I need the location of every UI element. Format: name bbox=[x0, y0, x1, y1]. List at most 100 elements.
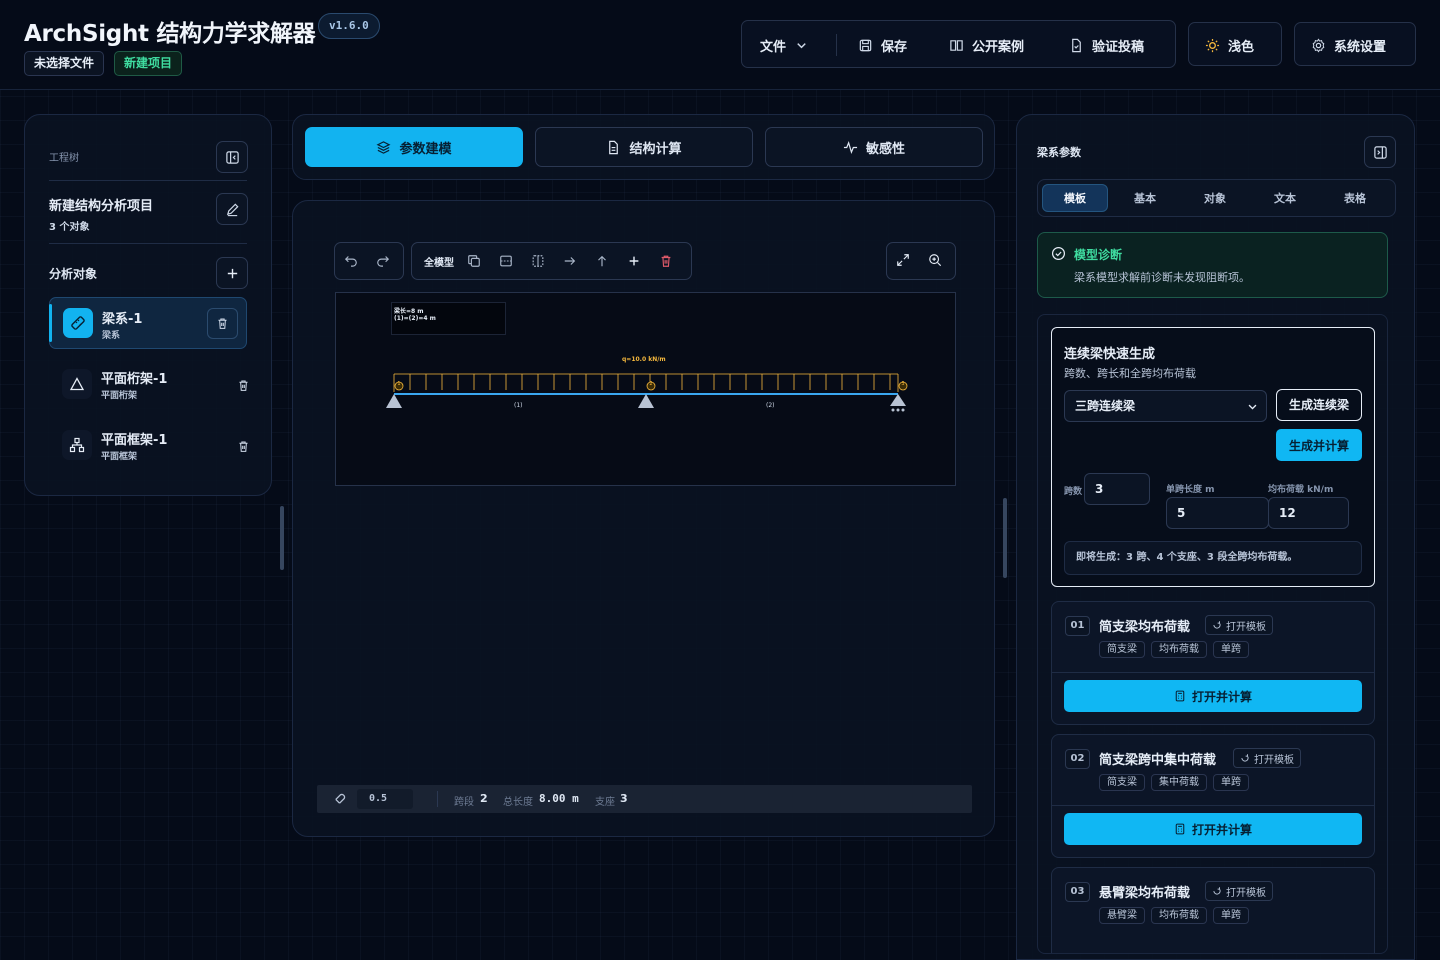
object-item-beam[interactable]: 梁系-1 梁系 bbox=[49, 297, 247, 349]
add-element-button[interactable] bbox=[618, 244, 650, 278]
span-length-input[interactable]: 5 bbox=[1166, 497, 1269, 529]
file-menu-button[interactable]: 文件 bbox=[760, 36, 809, 55]
split-vertical-button[interactable] bbox=[522, 244, 554, 278]
tag: 均布荷载 bbox=[1151, 907, 1207, 924]
system-settings-button[interactable]: 系统设置 bbox=[1294, 22, 1416, 66]
app-title: ArchSight 结构力学求解器 bbox=[24, 21, 316, 47]
object-name: 梁系-1 bbox=[102, 312, 143, 327]
move-right-button[interactable] bbox=[554, 244, 586, 278]
verify-submit-button[interactable]: 验证投稿 bbox=[1069, 36, 1144, 55]
tab-sensitivity[interactable]: 敏感性 bbox=[765, 127, 983, 167]
total-length-label: 总长度 bbox=[503, 797, 533, 808]
select-all-model-button[interactable]: 全模型 bbox=[424, 254, 454, 269]
continuous-beam-generator: 连续梁快速生成 跨数、跨长和全跨均布荷载 三跨连续梁 生成连续梁 生成并计算 跨… bbox=[1051, 327, 1375, 587]
move-up-button[interactable] bbox=[586, 244, 618, 278]
project-name: 新建结构分析项目 bbox=[49, 199, 154, 214]
spans-label: 跨段 bbox=[454, 797, 474, 808]
spans-value: 2 bbox=[480, 792, 488, 805]
params-tabs: 模板 基本 对象 文本 表格 bbox=[1037, 179, 1396, 217]
distributed-load-input[interactable]: 12 bbox=[1268, 497, 1349, 529]
open-file-icon bbox=[1241, 754, 1249, 762]
project-status-chip[interactable]: 新建项目 bbox=[114, 51, 183, 76]
magnet-icon[interactable] bbox=[333, 791, 348, 806]
zoom-in-button[interactable] bbox=[919, 243, 951, 277]
generate-and-calc-button[interactable]: 生成并计算 bbox=[1276, 429, 1362, 461]
open-file-icon bbox=[1213, 887, 1221, 895]
generate-beam-button[interactable]: 生成连续梁 bbox=[1276, 389, 1362, 421]
tab-parametric-modeling[interactable]: 参数建模 bbox=[305, 127, 523, 167]
trash-icon bbox=[239, 441, 248, 452]
object-name: 平面框架-1 bbox=[101, 433, 168, 448]
system-settings-label: 系统设置 bbox=[1334, 40, 1387, 55]
delete-object-button[interactable] bbox=[237, 438, 250, 457]
layers-icon bbox=[376, 140, 391, 154]
span-count-input[interactable]: 3 bbox=[1084, 473, 1150, 505]
structure-canvas[interactable]: 梁长=8 m (1)=(2)=4 m q=10.0 kN/m 1 2 3 (1)… bbox=[335, 292, 956, 486]
collapse-right-button[interactable] bbox=[1364, 136, 1396, 168]
expand-icon bbox=[897, 254, 909, 266]
tab-structural-calc[interactable]: 结构计算 bbox=[535, 127, 753, 167]
templates-scroll-area[interactable]: 连续梁快速生成 跨数、跨长和全跨均布荷载 三跨连续梁 生成连续梁 生成并计算 跨… bbox=[1037, 314, 1388, 954]
delete-object-button[interactable] bbox=[237, 377, 250, 396]
chevron-down-icon bbox=[1248, 404, 1257, 410]
fullscreen-button[interactable] bbox=[887, 243, 919, 277]
object-type: 平面框架 bbox=[101, 452, 138, 462]
trash-icon bbox=[218, 318, 227, 329]
template-tags: 简支梁 均布荷载 单跨 bbox=[1099, 641, 1249, 658]
tab-templates[interactable]: 模板 bbox=[1042, 184, 1108, 212]
undo-button[interactable] bbox=[335, 243, 367, 277]
span-count-label: 跨数 bbox=[1064, 487, 1083, 497]
generator-subtitle: 跨数、跨长和全跨均布荷载 bbox=[1064, 367, 1196, 380]
template-tags: 简支梁 集中荷载 单跨 bbox=[1099, 774, 1249, 791]
object-item-truss[interactable]: 平面桁架-1 平面桁架 bbox=[49, 358, 250, 410]
document-icon bbox=[609, 140, 619, 154]
open-template-button[interactable]: 打开模板 bbox=[1205, 881, 1273, 901]
tab-label: 敏感性 bbox=[865, 141, 905, 157]
node-label: 1 bbox=[397, 381, 401, 387]
left-resize-handle[interactable] bbox=[280, 506, 284, 570]
open-and-calc-button[interactable]: 打开并计算 bbox=[1064, 680, 1362, 712]
file-status-chip[interactable]: 未选择文件 bbox=[24, 51, 105, 76]
tab-label: 结构计算 bbox=[629, 141, 682, 157]
project-object-count: 3 个对象 bbox=[49, 222, 90, 233]
tab-basic[interactable]: 基本 bbox=[1112, 184, 1178, 212]
tab-table[interactable]: 表格 bbox=[1322, 184, 1388, 212]
open-template-button[interactable]: 打开模板 bbox=[1233, 748, 1301, 768]
add-object-button[interactable] bbox=[216, 257, 248, 289]
delete-element-button[interactable] bbox=[650, 244, 682, 278]
beam-type-select[interactable]: 三跨连续梁 bbox=[1064, 390, 1267, 422]
active-indicator bbox=[49, 304, 52, 342]
view-toolbar bbox=[886, 242, 956, 280]
undo-icon bbox=[344, 256, 357, 267]
version-badge: v1.6.0 bbox=[318, 13, 380, 39]
save-button[interactable]: 保存 bbox=[858, 36, 907, 55]
tag: 简支梁 bbox=[1099, 641, 1145, 658]
support-1 bbox=[386, 394, 402, 408]
theme-toggle-button[interactable]: 浅色 bbox=[1188, 22, 1282, 66]
open-template-button[interactable]: 打开模板 bbox=[1205, 615, 1273, 635]
public-cases-button[interactable]: 公开案例 bbox=[949, 36, 1024, 55]
edit-project-button[interactable] bbox=[216, 193, 248, 225]
copy-button[interactable] bbox=[458, 244, 490, 278]
open-and-calc-button[interactable]: 打开并计算 bbox=[1064, 813, 1362, 845]
tab-objects[interactable]: 对象 bbox=[1182, 184, 1248, 212]
collapse-left-button[interactable] bbox=[216, 141, 248, 173]
split-horizontal-button[interactable] bbox=[490, 244, 522, 278]
right-resize-handle[interactable] bbox=[1003, 498, 1007, 578]
template-number: 02 bbox=[1065, 749, 1090, 769]
support-3 bbox=[890, 394, 906, 412]
total-length-value: 8.00 m bbox=[539, 792, 579, 805]
triangle-icon bbox=[62, 369, 92, 399]
snap-scale-input[interactable]: 0.5 bbox=[357, 789, 413, 809]
generator-title: 连续梁快速生成 bbox=[1064, 347, 1156, 362]
check-circle-icon bbox=[1051, 246, 1066, 261]
delete-object-button[interactable] bbox=[207, 308, 238, 339]
redo-button[interactable] bbox=[367, 243, 399, 277]
tab-text[interactable]: 文本 bbox=[1252, 184, 1318, 212]
divider bbox=[49, 243, 247, 244]
object-name: 平面桁架-1 bbox=[101, 372, 168, 387]
object-item-frame[interactable]: 平面框架-1 平面框架 bbox=[49, 419, 250, 471]
node-label: 3 bbox=[901, 381, 905, 387]
hierarchy-icon bbox=[62, 430, 92, 460]
diagnosis-text: 梁系模型求解前诊断未发现阻断项。 bbox=[1074, 271, 1250, 284]
